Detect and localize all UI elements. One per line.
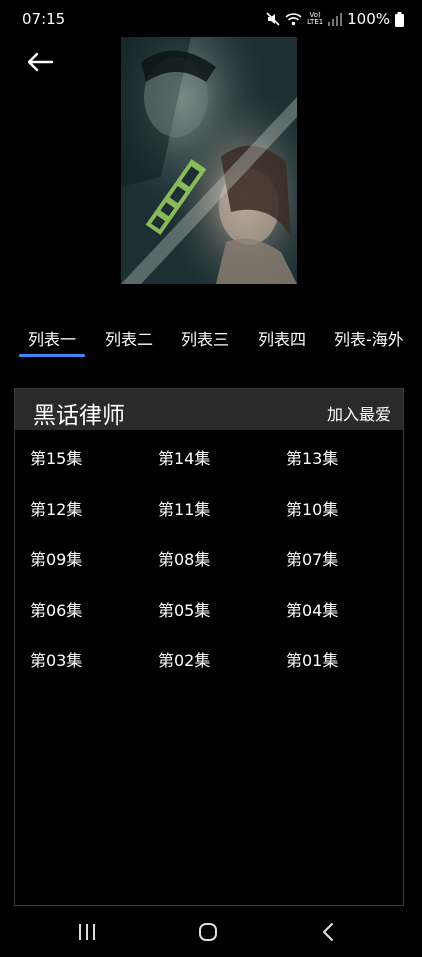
status-time: 07:15 <box>22 10 66 28</box>
add-favorite-button[interactable]: 加入最爱 <box>327 401 391 425</box>
tab-bar: 列表一 列表二 列表三 列表四 列表-海外 <box>0 318 422 358</box>
status-bar: 07:15 Vo) LTE1 100% <box>0 0 422 38</box>
episode-item[interactable]: 第06集 <box>30 597 82 621</box>
system-nav-bar <box>0 910 422 957</box>
episode-item[interactable]: 第15集 <box>30 445 82 469</box>
chevron-left-icon <box>321 922 335 946</box>
tab-list-3[interactable]: 列表三 <box>181 326 229 350</box>
episode-item[interactable]: 第09集 <box>30 546 82 570</box>
wifi-icon <box>285 12 302 26</box>
episode-item[interactable]: 第02集 <box>158 647 210 671</box>
episode-item[interactable]: 第14集 <box>158 445 210 469</box>
episode-item[interactable]: 第03集 <box>30 647 82 671</box>
recents-icon <box>77 923 97 945</box>
home-button[interactable] <box>192 922 224 946</box>
arrow-left-icon <box>26 52 54 76</box>
tab-list-overseas[interactable]: 列表-海外 <box>334 326 404 350</box>
episode-panel: 黑话律师 加入最爱 第15集 第14集 第13集 第12集 第11集 第10集 … <box>14 388 404 906</box>
tab-indicator <box>19 354 85 357</box>
tab-list-4[interactable]: 列表四 <box>258 326 306 350</box>
episode-item[interactable]: 第07集 <box>286 546 338 570</box>
episode-item[interactable]: 第13集 <box>286 445 338 469</box>
tab-list-2[interactable]: 列表二 <box>105 326 153 350</box>
home-icon <box>198 922 218 946</box>
episode-item[interactable]: 第08集 <box>158 546 210 570</box>
back-nav-button[interactable] <box>312 922 344 946</box>
poster-image <box>121 37 297 284</box>
battery-icon <box>395 11 404 27</box>
battery-percent: 100% <box>347 10 390 28</box>
episode-item[interactable]: 第05集 <box>158 597 210 621</box>
panel-header: 黑话律师 加入最爱 <box>15 389 403 430</box>
show-title: 黑话律师 <box>33 403 125 429</box>
tab-list-1[interactable]: 列表一 <box>28 326 76 350</box>
signal-icon <box>328 12 343 26</box>
status-icons: Vo) LTE1 100% <box>266 10 404 28</box>
episode-item[interactable]: 第11集 <box>158 496 210 520</box>
recents-button[interactable] <box>71 922 103 946</box>
episode-item[interactable]: 第04集 <box>286 597 338 621</box>
episode-item[interactable]: 第10集 <box>286 496 338 520</box>
episode-item[interactable]: 第01集 <box>286 647 338 671</box>
network-label: Vo) LTE1 <box>307 11 324 26</box>
back-button[interactable] <box>22 48 58 80</box>
episode-item[interactable]: 第12集 <box>30 496 82 520</box>
mute-icon <box>266 12 280 26</box>
